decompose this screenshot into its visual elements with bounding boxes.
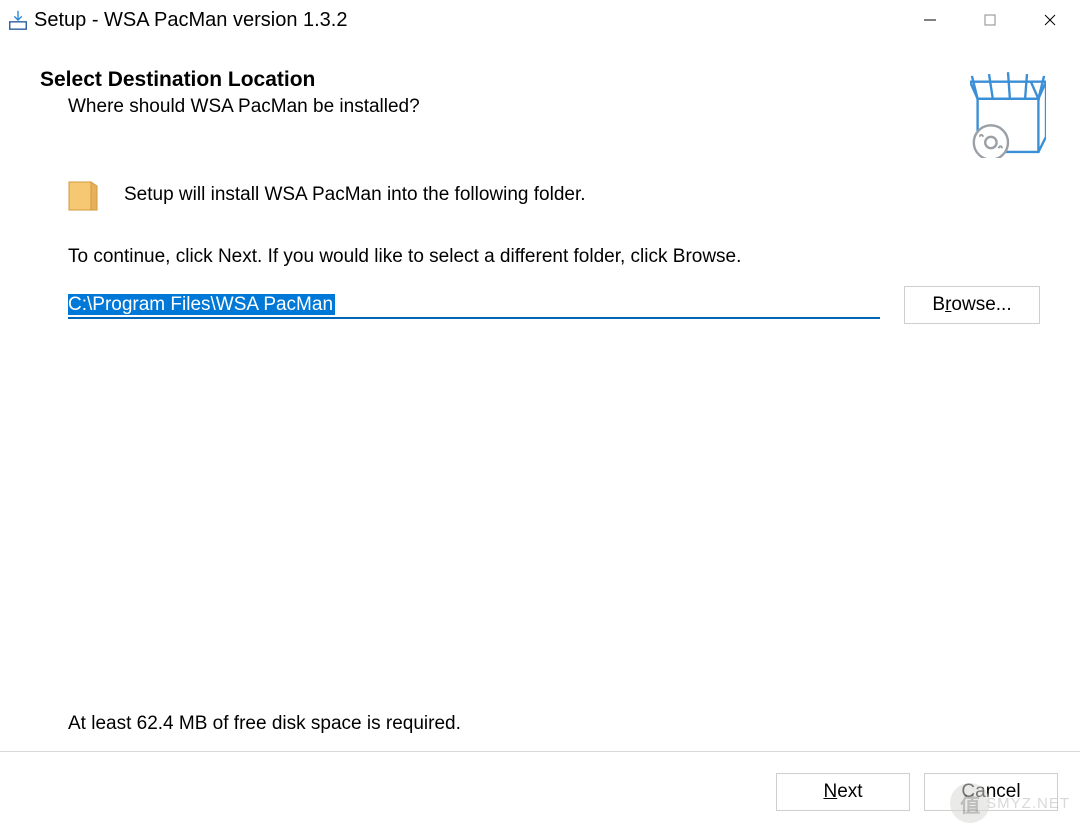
continue-instruction: To continue, click Next. If you would li… [68, 246, 1040, 268]
close-button[interactable] [1020, 0, 1080, 40]
folder-icon [68, 178, 98, 212]
maximize-button[interactable] [960, 0, 1020, 40]
install-path-value: C:\Program Files\WSA PacMan [68, 294, 335, 315]
disk-space-requirement: At least 62.4 MB of free disk space is r… [68, 713, 461, 735]
next-button-label: Next [823, 781, 862, 803]
minimize-button[interactable] [900, 0, 960, 40]
path-selection-row: C:\Program Files\WSA PacMan Browse... [68, 286, 1040, 324]
wizard-page: Select Destination Location Where should… [0, 40, 1080, 751]
wizard-footer: Next Cancel [0, 751, 1080, 831]
install-folder-info: Setup will install WSA PacMan into the f… [68, 178, 1040, 212]
browse-button-label: Browse... [932, 294, 1011, 316]
page-heading: Select Destination Location [40, 68, 1040, 92]
app-icon [6, 8, 30, 32]
install-path-input[interactable]: C:\Program Files\WSA PacMan [68, 291, 880, 319]
title-bar: Setup - WSA PacMan version 1.3.2 [0, 0, 1080, 40]
cancel-button[interactable]: Cancel [924, 773, 1058, 811]
page-header: Select Destination Location Where should… [40, 68, 1040, 118]
page-body: Setup will install WSA PacMan into the f… [40, 178, 1040, 324]
install-folder-text: Setup will install WSA PacMan into the f… [124, 184, 586, 206]
next-button[interactable]: Next [776, 773, 910, 811]
window-title: Setup - WSA PacMan version 1.3.2 [34, 9, 348, 32]
window-controls [900, 0, 1080, 40]
cancel-button-label: Cancel [961, 781, 1020, 803]
installer-box-icon [970, 68, 1046, 158]
page-subheading: Where should WSA PacMan be installed? [68, 96, 1040, 118]
browse-button[interactable]: Browse... [904, 286, 1040, 324]
